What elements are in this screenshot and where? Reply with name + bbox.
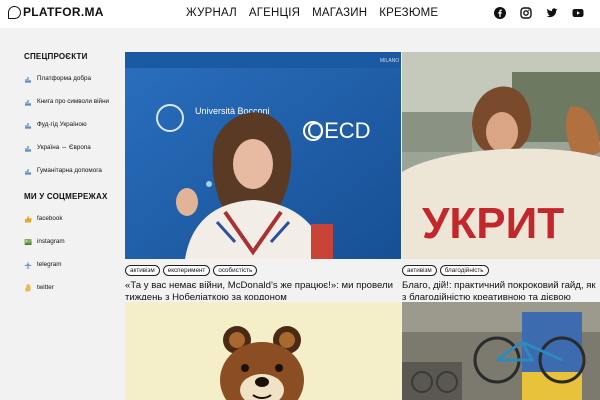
sidebar-item-label: telegram	[37, 261, 62, 268]
article-image[interactable]: УКРИТ	[402, 52, 600, 259]
article-title[interactable]: Благо, дій!: практичний покроковий гайд,…	[402, 280, 600, 300]
article-title[interactable]: «Та у вас немає війни, McDonald’s же пра…	[125, 280, 395, 300]
sidebar-item-label: Гуманітарна допомога	[37, 167, 102, 174]
header-social	[494, 7, 584, 19]
nav-agency[interactable]: АГЕНЦІЯ	[249, 7, 300, 19]
sidebar-item-label: Фуд-гід Україною	[37, 121, 87, 128]
thumbs-up-icon	[25, 215, 32, 222]
social-heading: МИ У СОЦМЕРЕЖАХ	[24, 192, 108, 201]
article-tags: активізм експеримент особистість	[125, 265, 258, 276]
youtube-icon[interactable]	[572, 7, 584, 19]
sidebar-item-label: Платформа добра	[37, 75, 92, 82]
sidebar-item-label: facebook	[37, 215, 63, 222]
article-card[interactable]: Università Bocconi MILANO OECD активізм …	[125, 52, 401, 300]
article-tags: активізм благодійність	[402, 265, 489, 276]
hand-icon	[25, 283, 31, 291]
article-card[interactable]: УКРИТ активізм благодійність Благо, дій!…	[402, 52, 600, 300]
airplane-icon	[24, 261, 32, 269]
facebook-icon[interactable]	[494, 7, 506, 19]
article-image[interactable]: Università Bocconi MILANO OECD	[125, 52, 401, 259]
main-nav: ЖУРНАЛ АГЕНЦІЯ МАГАЗИН КРЕЗЮМЕ	[186, 7, 438, 19]
sidebar-social-telegram[interactable]: telegram	[24, 253, 120, 276]
sidebar-social-facebook[interactable]: facebook	[24, 207, 120, 230]
tag-activism[interactable]: активізм	[125, 265, 160, 276]
conference-photo: Università Bocconi MILANO OECD	[125, 52, 401, 259]
sidebar-social-instagram[interactable]: instagram	[24, 230, 120, 253]
sidebar-item-ukraine-europe[interactable]: Україна ⇔ Європа	[24, 136, 120, 159]
sidebar-item-label: Книга про символи війни	[37, 98, 110, 105]
special-projects-heading: СПЕЦПРОЄКТИ	[24, 52, 88, 61]
bicycle-warehouse-photo	[402, 302, 600, 400]
tag-charity[interactable]: благодійність	[439, 265, 489, 276]
bar-chart-icon	[25, 168, 31, 174]
nav-shop[interactable]: МАГАЗИН	[312, 7, 367, 19]
milano-text: MILANO	[380, 58, 399, 64]
olympic-bear-illustration	[125, 302, 401, 400]
sidebar-social-twitter[interactable]: twitter	[24, 276, 120, 299]
twitter-icon[interactable]	[546, 7, 558, 19]
article-image[interactable]	[125, 302, 401, 400]
sidebar-item-label: instagram	[37, 238, 65, 245]
sidebar-item-food-guide[interactable]: Фуд-гід Україною	[24, 113, 120, 136]
article-card[interactable]	[125, 302, 401, 400]
ukryt-text: УКРИТ	[422, 199, 564, 248]
tag-activism[interactable]: активізм	[402, 265, 437, 276]
nav-journal[interactable]: ЖУРНАЛ	[186, 7, 237, 19]
nav-kreziume[interactable]: КРЕЗЮМЕ	[379, 7, 438, 19]
article-image[interactable]	[402, 302, 600, 400]
bar-chart-icon	[25, 99, 31, 105]
tag-experiment[interactable]: експеримент	[162, 265, 211, 276]
instagram-icon[interactable]	[520, 7, 532, 19]
picture-icon	[24, 238, 32, 245]
sidebar-item-symbols-book[interactable]: Книга про символи війни	[24, 90, 120, 113]
bar-chart-icon	[25, 122, 31, 128]
sidebar-item-humanitarian-aid[interactable]: Гуманітарна допомога	[24, 159, 120, 182]
sidebar-item-label: Україна ⇔ Європа	[37, 144, 91, 151]
logo[interactable]: PLATFOR.MA	[8, 5, 104, 19]
article-card[interactable]	[402, 302, 600, 400]
bar-chart-icon	[25, 145, 31, 151]
sidebar: СПЕЦПРОЄКТИ Платформа добра Книга про си…	[24, 52, 120, 299]
bar-chart-icon	[25, 76, 31, 82]
street-photo: УКРИТ	[402, 52, 600, 259]
sidebar-item-label: twitter	[37, 284, 54, 291]
tag-personality[interactable]: особистість	[213, 265, 258, 276]
logo-text: PLATFOR.MA	[23, 5, 104, 19]
sidebar-item-platform-dobra[interactable]: Платформа добра	[24, 67, 120, 90]
logo-mark-icon	[8, 5, 21, 19]
site-header: PLATFOR.MA ЖУРНАЛ АГЕНЦІЯ МАГАЗИН КРЕЗЮМ…	[0, 0, 600, 28]
